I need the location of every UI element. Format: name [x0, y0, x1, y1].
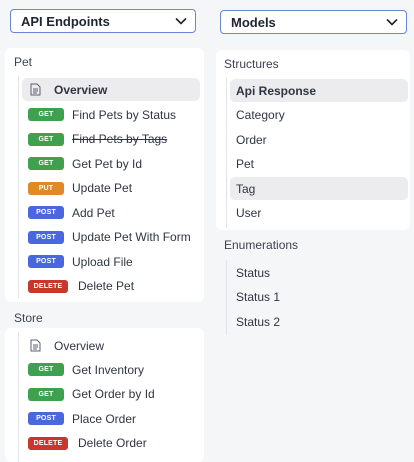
store-endpoint-item[interactable]: DELETE Delete Order [22, 432, 200, 455]
structure-item[interactable]: Pet [230, 153, 408, 176]
store-endpoint-item[interactable]: GET Get Order by Id [22, 383, 200, 406]
document-icon [30, 339, 44, 352]
endpoint-label: Update Pet [72, 181, 133, 195]
endpoint-label: Delete Pet [78, 279, 135, 293]
enumeration-item[interactable]: Status 2 [230, 310, 408, 333]
chevron-down-icon [175, 15, 187, 27]
store-tree-line [18, 332, 19, 462]
store-endpoint-item[interactable]: GET Get Inventory [22, 358, 200, 381]
document-icon [30, 83, 44, 96]
method-badge: GET [28, 157, 64, 170]
structure-item[interactable]: User [230, 202, 408, 225]
enumeration-item[interactable]: Status [230, 261, 408, 284]
pet-overview-label: Overview [54, 82, 108, 97]
endpoint-label: Get Order by Id [72, 387, 155, 401]
structures-section-title: Structures [224, 57, 279, 71]
left-dropdown[interactable]: API Endpoints [10, 9, 196, 33]
method-badge: POST [28, 412, 64, 425]
enumerations-tree-line [226, 260, 227, 335]
pet-overview-item[interactable]: Overview [22, 78, 200, 101]
pet-endpoint-item[interactable]: POST Update Pet With Form [22, 226, 200, 249]
endpoint-label: Get Pet by Id [72, 156, 143, 171]
structures-tree-line [226, 78, 227, 228]
endpoint-label: Get Inventory [72, 362, 145, 377]
endpoint-label: Delete Order [78, 436, 147, 450]
enumerations-section-title: Enumerations [224, 238, 299, 252]
method-badge: POST [28, 230, 64, 244]
left-dropdown-value: API Endpoints [21, 13, 110, 29]
pet-endpoint-item[interactable]: DELETE Delete Pet [22, 275, 200, 298]
endpoint-label: Add Pet [72, 205, 115, 220]
store-endpoint-item[interactable]: POST Place Order [22, 407, 200, 430]
pet-endpoint-item[interactable]: GET Find Pets by Status [22, 103, 200, 126]
pet-endpoint-item[interactable]: POST Add Pet [22, 201, 200, 224]
store-section-title: Store [14, 311, 43, 325]
method-badge: DELETE [28, 279, 68, 293]
pet-endpoint-item[interactable]: PUT Update Pet [22, 177, 200, 200]
endpoint-label: Upload File [72, 254, 133, 269]
structure-item[interactable]: Api Response [230, 79, 408, 102]
endpoint-label: Find Pets by Tags [72, 132, 168, 146]
endpoint-label: Find Pets by Status [72, 107, 177, 122]
store-overview-item[interactable]: Overview [22, 334, 200, 357]
pet-tree-line [18, 76, 19, 298]
structure-item[interactable]: Order [230, 128, 408, 151]
method-badge: GET [28, 363, 64, 376]
pet-endpoint-item[interactable]: POST Upload File [22, 250, 200, 273]
structure-item[interactable]: Category [230, 104, 408, 127]
method-badge: GET [28, 387, 64, 401]
pet-endpoint-item[interactable]: GET Find Pets by Tags [22, 128, 200, 151]
method-badge: GET [28, 108, 64, 121]
endpoint-label: Update Pet With Form [72, 230, 191, 244]
pet-section-title: Pet [14, 55, 33, 69]
enumeration-item[interactable]: Status 1 [230, 286, 408, 309]
method-badge: POST [28, 255, 64, 268]
chevron-down-icon [386, 16, 398, 28]
structure-item[interactable]: Tag [230, 177, 408, 200]
method-badge: DELETE [28, 436, 68, 450]
method-badge: POST [28, 206, 64, 219]
endpoint-label: Place Order [72, 411, 137, 426]
right-dropdown[interactable]: Models [220, 10, 407, 34]
right-dropdown-value: Models [231, 14, 276, 30]
store-overview-label: Overview [54, 338, 105, 353]
method-badge: GET [28, 132, 64, 146]
pet-endpoint-item[interactable]: GET Get Pet by Id [22, 152, 200, 175]
method-badge: PUT [28, 181, 64, 195]
